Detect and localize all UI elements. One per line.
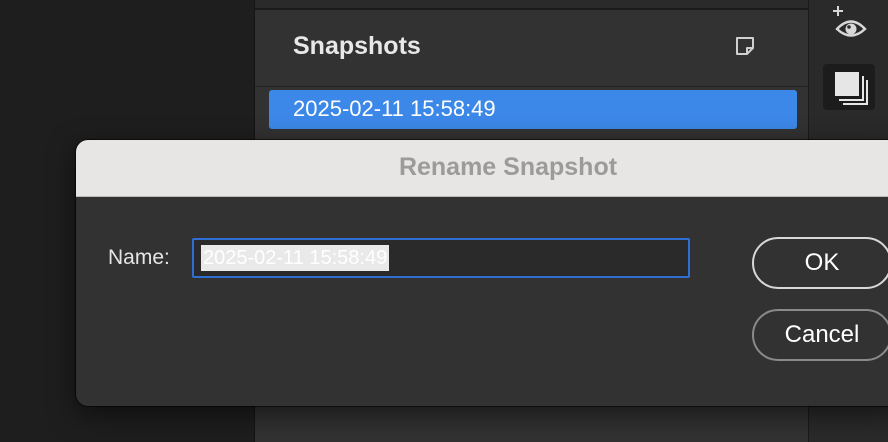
app-window: Snapshots 2025-02-11 15:58:49 Rename Sna… bbox=[0, 0, 888, 442]
name-label: Name: bbox=[108, 246, 170, 269]
panel-header: Snapshots bbox=[255, 10, 809, 87]
panel-title: Snapshots bbox=[293, 32, 421, 60]
new-document-icon[interactable] bbox=[733, 34, 759, 60]
snapshot-list-item[interactable]: 2025-02-11 15:58:49 bbox=[269, 90, 797, 129]
dialog-title: Rename Snapshot bbox=[398, 153, 618, 181]
ok-button[interactable]: OK bbox=[752, 237, 888, 289]
name-input-value: 2025-02-11 15:58:49 bbox=[201, 245, 390, 271]
name-input[interactable]: 2025-02-11 15:58:49 bbox=[192, 238, 690, 278]
panel-top-bar bbox=[255, 0, 809, 10]
dialog-titlebar: Rename Snapshot bbox=[76, 140, 888, 197]
cancel-button[interactable]: Cancel bbox=[752, 309, 888, 361]
rename-snapshot-dialog: Rename Snapshot Name: 2025-02-11 15:58:4… bbox=[76, 140, 888, 406]
snapshot-item-label: 2025-02-11 15:58:49 bbox=[293, 96, 496, 121]
layers-icon[interactable] bbox=[823, 64, 875, 110]
add-eye-icon[interactable] bbox=[829, 2, 873, 44]
